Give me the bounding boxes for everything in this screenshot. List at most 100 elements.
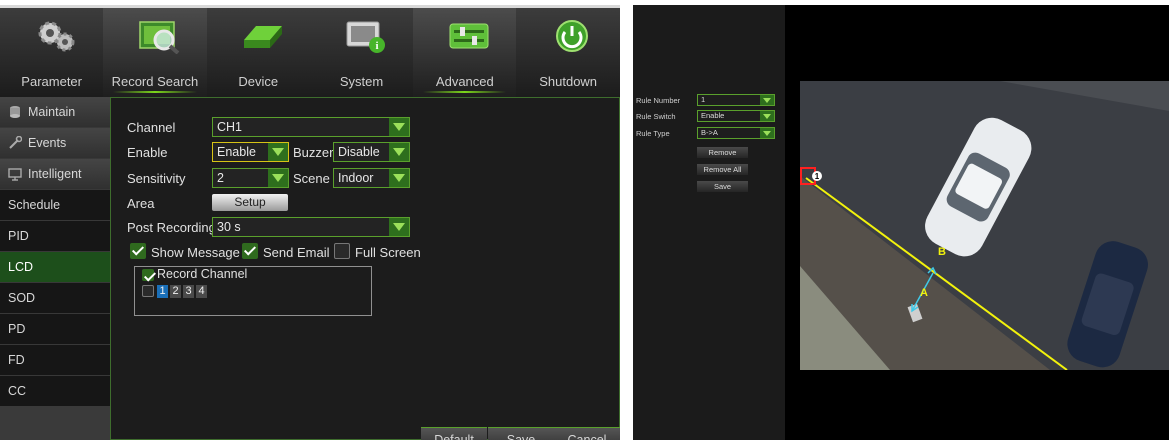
top-nav-bar: Parameter Record Search Device i System … xyxy=(0,8,620,97)
enable-select[interactable]: Enable xyxy=(212,142,289,162)
enable-value: Enable xyxy=(217,145,256,159)
post-recording-select[interactable]: 30 s xyxy=(212,217,410,237)
sidebar-item-label: Events xyxy=(28,136,67,150)
sidebar-item-lcd[interactable]: LCD xyxy=(0,252,110,283)
nav-label: Record Search xyxy=(111,74,199,89)
rule-number-select[interactable]: 1 xyxy=(697,94,775,106)
post-recording-label: Post Recording xyxy=(127,220,216,235)
remove-all-button[interactable]: Remove All xyxy=(697,164,748,175)
nav-label: System xyxy=(339,74,384,89)
channel-toggle-3[interactable]: 3 xyxy=(183,285,194,298)
sidebar-item-label: PD xyxy=(8,322,26,336)
sidebar-item-schedule[interactable]: Schedule xyxy=(0,190,110,221)
camera-view[interactable]: 1 A B xyxy=(800,81,1169,370)
sliders-icon xyxy=(449,23,489,49)
scene-value: Indoor xyxy=(338,171,374,185)
nav-label: Advanced xyxy=(435,74,494,89)
setup-button[interactable]: Setup xyxy=(212,194,288,211)
chevron-down-icon xyxy=(389,143,409,161)
rule-setup-screen: Rule Number 1 Rule Switch Enable Rule Ty… xyxy=(633,5,1169,440)
send-email-checkbox[interactable] xyxy=(242,243,258,259)
sidebar-item-label: Intelligent xyxy=(28,167,82,181)
rule-switch-select[interactable]: Enable xyxy=(697,110,775,122)
channel-select[interactable]: CH1 xyxy=(212,117,410,137)
remove-button[interactable]: Remove xyxy=(697,147,748,158)
record-channel-checkbox[interactable] xyxy=(142,269,154,281)
chevron-down-icon xyxy=(389,218,409,236)
nav-label: Parameter xyxy=(21,74,82,89)
sensitivity-value: 2 xyxy=(217,171,224,185)
channel-toggle-4[interactable]: 4 xyxy=(196,285,207,298)
side-b-label: B xyxy=(938,246,946,258)
monitor-icon xyxy=(8,168,22,181)
rule-type-value: B->A xyxy=(701,128,718,137)
buzzer-label: Buzzer xyxy=(293,145,334,160)
sidebar-item-cc[interactable]: CC xyxy=(0,376,110,407)
system-info-icon: i xyxy=(346,21,385,53)
marker-number: 1 xyxy=(815,172,820,181)
enable-label: Enable xyxy=(127,145,168,160)
default-button[interactable]: Default xyxy=(421,427,487,440)
channel-toggle-2[interactable]: 2 xyxy=(170,285,181,298)
sidebar-item-maintain[interactable]: Maintain xyxy=(0,97,110,128)
nav-device[interactable]: Device xyxy=(207,8,310,97)
rule-number-label: Rule Number xyxy=(636,96,681,105)
channel-label: Channel xyxy=(127,120,176,135)
area-label: Area xyxy=(127,196,155,211)
buzzer-select[interactable]: Disable xyxy=(333,142,410,162)
post-recording-value: 30 s xyxy=(217,220,241,234)
record-search-icon xyxy=(139,21,180,54)
sidebar-item-sod[interactable]: SOD xyxy=(0,283,110,314)
hard-drive-icon xyxy=(243,26,282,48)
nav-record-search[interactable]: Record Search xyxy=(103,8,207,97)
sidebar-item-label: SOD xyxy=(8,291,36,305)
chevron-down-icon xyxy=(268,169,288,187)
database-icon xyxy=(10,106,20,118)
record-channel-label: Record Channel xyxy=(157,267,248,281)
sidebar-item-label: FD xyxy=(8,353,25,367)
camera-scene: 1 A B xyxy=(800,81,1169,370)
sidebar-item-label: CC xyxy=(8,384,27,398)
rule-switch-label: Rule Switch xyxy=(636,112,676,121)
show-message-checkbox[interactable] xyxy=(130,243,146,259)
cancel-button[interactable]: Cancel xyxy=(554,427,620,440)
chevron-down-icon xyxy=(760,128,774,138)
sidebar: Maintain Events Intelligent Schedule PID… xyxy=(0,97,110,407)
send-email-label: Send Email xyxy=(263,245,330,260)
nav-system[interactable]: i System xyxy=(310,8,413,97)
nav-parameter[interactable]: Parameter xyxy=(0,8,103,97)
settings-panel: Channel CH1 Enable Enable Buzzer Disable… xyxy=(110,97,620,440)
sidebar-item-pid[interactable]: PID xyxy=(0,221,110,252)
save-button[interactable]: Save xyxy=(488,427,554,440)
nav-shutdown[interactable]: Shutdown xyxy=(516,8,619,97)
rule-save-button[interactable]: Save xyxy=(697,181,748,192)
select-all-channels-checkbox[interactable] xyxy=(142,285,154,297)
sidebar-item-intelligent[interactable]: Intelligent xyxy=(0,159,110,190)
dvr-menu-screen: Parameter Record Search Device i System … xyxy=(0,5,620,440)
nav-label: Device xyxy=(238,74,279,89)
side-a-label: A xyxy=(920,287,928,299)
svg-text:i: i xyxy=(375,40,378,52)
sensitivity-label: Sensitivity xyxy=(127,171,186,186)
sidebar-item-fd[interactable]: FD xyxy=(0,345,110,376)
rule-type-label: Rule Type xyxy=(636,129,670,138)
full-screen-checkbox[interactable] xyxy=(334,243,350,259)
rule-switch-value: Enable xyxy=(701,111,725,120)
sensitivity-select[interactable]: 2 xyxy=(212,168,289,188)
nav-advanced[interactable]: Advanced xyxy=(413,8,517,97)
channel-toggle-1[interactable]: 1 xyxy=(157,285,168,298)
rule-type-select[interactable]: B->A xyxy=(697,127,775,139)
sidebar-item-label: LCD xyxy=(8,260,34,274)
nav-label: Shutdown xyxy=(539,74,598,89)
wrench-icon xyxy=(9,136,22,149)
channel-value: CH1 xyxy=(217,120,243,134)
sidebar-item-pd[interactable]: PD xyxy=(0,314,110,345)
sidebar-item-label: Maintain xyxy=(28,105,76,119)
chevron-down-icon xyxy=(389,118,409,136)
chevron-down-icon xyxy=(268,143,288,161)
sidebar-item-label: Schedule xyxy=(8,198,61,212)
sidebar-item-events[interactable]: Events xyxy=(0,128,110,159)
scene-label: Scene xyxy=(293,171,330,186)
chevron-down-icon xyxy=(760,111,774,121)
scene-select[interactable]: Indoor xyxy=(333,168,410,188)
